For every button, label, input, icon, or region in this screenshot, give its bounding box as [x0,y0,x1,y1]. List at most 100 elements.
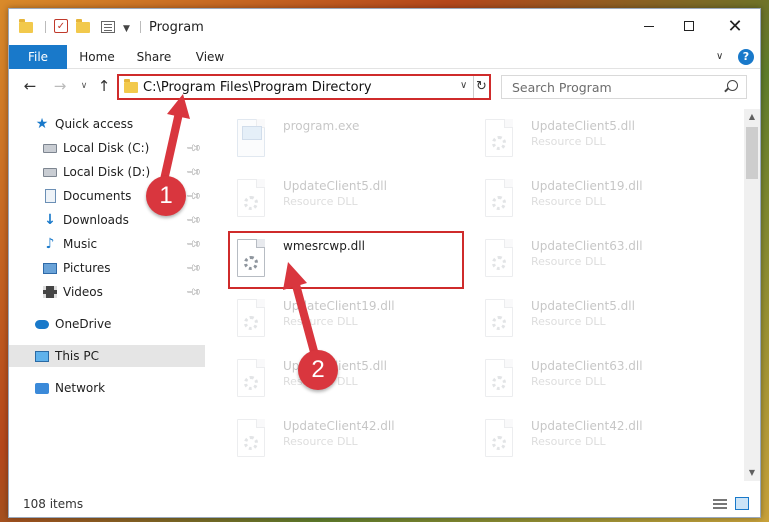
status-bar: 108 items [9,491,760,517]
sidebar-item-network[interactable]: Network [9,377,205,399]
file-item[interactable]: UpdateClient42.dll Resource DLL [461,409,691,461]
details-view-icon[interactable] [713,499,727,509]
checkmark-icon[interactable]: ✓ [54,19,68,33]
help-icon[interactable]: ? [738,49,754,65]
sidebar-item-quick-access[interactable]: ★ Quick access [9,113,205,135]
search-box[interactable]: Search Program [501,75,747,99]
dll-file-icon [237,419,265,457]
sidebar-item-videos[interactable]: Videos 📌︎ [9,281,205,303]
file-item[interactable]: UpdateClient63.dll Resource DLL [461,229,691,281]
sidebar-item-music[interactable]: ♪ Music 📌︎ [9,233,205,255]
file-name: program.exe [283,119,360,133]
file-name: UpdateClient42.dll [283,419,395,433]
file-item[interactable]: UpdateClient5.dll Resource DLL [213,169,443,221]
file-type: Resource DLL [531,435,606,448]
scroll-down-icon[interactable]: ▼ [744,465,760,481]
file-name: UpdateClient42.dll [531,419,643,433]
dll-file-icon [485,359,513,397]
file-item[interactable]: UpdateClient63.dll Resource DLL [461,349,691,401]
file-name: UpdateClient5.dll [531,119,635,133]
file-item[interactable]: UpdateClient5.dll Resource DLL [461,109,691,161]
forward-arrow-icon[interactable]: → [51,77,69,95]
file-item[interactable]: UpdateClient42.dll Resource DLL [213,409,443,461]
file-item[interactable]: UpdateClient19.dll Resource DLL [213,289,443,341]
file-type: Resource DLL [531,255,606,268]
title-bar: ✓ ▼ Program ✕ [9,9,760,43]
dll-file-icon [237,299,265,337]
tab-file[interactable]: File [9,45,67,69]
sidebar-item-this-pc[interactable]: This PC [9,345,205,367]
sidebar-item-local-disk-c[interactable]: Local Disk (C:) 📌︎ [9,137,205,159]
sidebar-item-label: Local Disk (D:) [63,165,151,179]
network-icon [35,381,49,395]
pin-icon: 📌︎ [184,187,202,205]
file-item[interactable]: program.exe [213,109,443,161]
maximize-button[interactable] [675,15,703,37]
sidebar-item-label: This PC [55,349,99,363]
refresh-icon[interactable]: ↻ [473,76,489,98]
tab-home[interactable]: Home [75,45,119,69]
dll-file-icon [485,299,513,337]
star-icon: ★ [35,116,49,132]
item-count: 108 items [23,497,84,511]
pin-icon: 📌︎ [184,283,202,301]
sidebar-item-label: Network [55,381,106,395]
dll-file-icon [485,239,513,277]
navigation-bar: ← → ∨ ↑ C:\Program Files\Program Directo… [9,71,760,103]
ribbon-tabs: File Home Share View ∨ ? [9,45,760,69]
music-icon: ♪ [45,236,55,252]
file-list: program.exe UpdateClient5.dll Resource D… [213,109,741,481]
folder-icon [19,18,35,35]
expand-ribbon-icon[interactable]: ∨ [716,51,723,62]
videos-icon [43,285,57,299]
new-folder-icon[interactable] [76,18,90,35]
vertical-scrollbar[interactable]: ▲ ▼ [744,109,760,481]
file-name: UpdateClient63.dll [531,359,643,373]
pin-icon: 📌︎ [184,163,202,181]
scroll-up-icon[interactable]: ▲ [744,109,760,125]
properties-icon[interactable] [101,21,115,33]
address-path[interactable]: C:\Program Files\Program Directory [143,80,372,95]
sidebar-item-pictures[interactable]: Pictures 📌︎ [9,257,205,279]
sidebar-item-label: Videos [63,285,103,299]
sidebar-item-label: Local Disk (C:) [63,141,150,155]
file-type: Resource DLL [531,135,606,148]
window-title: Program [149,20,204,35]
documents-icon [43,189,57,203]
sidebar-item-label: Documents [63,189,132,203]
large-icons-view-icon[interactable] [735,497,749,510]
file-item[interactable]: UpdateClient19.dll Resource DLL [461,169,691,221]
pin-icon: 📌︎ [184,259,202,277]
pin-icon: 📌︎ [184,139,202,157]
minimize-button[interactable] [635,15,663,37]
file-type: Resource DLL [531,195,606,208]
sidebar-item-label: Music [63,237,98,251]
customize-quick-access-dropdown[interactable]: ▼ [123,21,130,37]
drive-icon [43,141,57,155]
up-arrow-icon[interactable]: ↑ [95,77,113,95]
divider [45,21,46,33]
recent-locations-dropdown[interactable]: ∨ [75,77,93,95]
tab-view[interactable]: View [191,45,229,69]
scroll-thumb[interactable] [746,127,758,179]
close-button[interactable]: ✕ [721,15,749,37]
file-name: UpdateClient5.dll [283,179,387,193]
highlight-box [228,231,464,289]
address-dropdown-icon[interactable]: ∨ [460,80,467,91]
computer-icon [35,349,49,363]
search-input[interactable]: Search Program [512,80,612,95]
navigation-pane: ★ Quick access Local Disk (C:) 📌︎ Local … [9,109,205,489]
back-arrow-icon[interactable]: ← [21,77,39,95]
tab-share[interactable]: Share [133,45,175,69]
sidebar-item-onedrive[interactable]: OneDrive [9,313,205,335]
address-bar[interactable]: C:\Program Files\Program Directory ∨ ↻ [117,74,491,100]
divider [140,21,141,33]
pin-icon: 📌︎ [184,235,202,253]
file-item[interactable]: UpdateClient5.dll Resource DLL [461,289,691,341]
dll-file-icon [485,419,513,457]
file-type: Resource DLL [531,375,606,388]
file-name: UpdateClient19.dll [283,299,395,313]
sidebar-item-label: OneDrive [55,317,112,331]
file-type: Resource DLL [283,315,358,328]
search-icon[interactable] [727,80,738,91]
